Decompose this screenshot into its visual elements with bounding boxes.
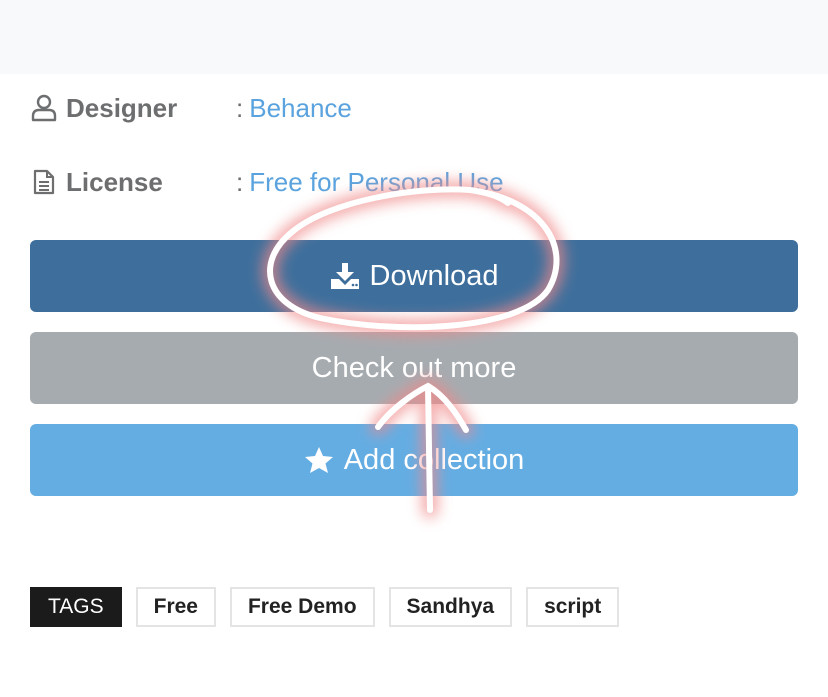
license-label: License <box>66 166 163 197</box>
user-icon <box>30 94 58 122</box>
check-out-more-button[interactable]: Check out more <box>30 332 798 404</box>
download-button[interactable]: Download <box>30 240 798 312</box>
check-out-more-label: Check out more <box>311 351 517 384</box>
designer-link[interactable]: Behance <box>249 93 352 124</box>
tag-script[interactable]: script <box>526 587 620 627</box>
tags-heading: TAGS <box>30 587 122 627</box>
designer-colon: : <box>236 92 244 123</box>
license-link[interactable]: Free for Personal Use <box>249 167 503 198</box>
tag-free-demo[interactable]: Free Demo <box>229 587 375 627</box>
top-band <box>0 0 828 74</box>
document-icon <box>30 168 58 196</box>
download-icon <box>330 262 360 290</box>
license-row: License : Free for Personal Use <box>30 162 504 202</box>
designer-row: Designer : Behance <box>30 88 352 128</box>
add-collection-label: Add collection <box>343 443 525 476</box>
tag-sandhya[interactable]: Sandhya <box>388 587 513 627</box>
tag-free[interactable]: Free <box>135 587 216 627</box>
star-icon <box>304 446 334 474</box>
license-colon: : <box>236 166 244 197</box>
tags-list: TAGS Free Free Demo Sandhya script <box>30 587 620 627</box>
font-detail-page: Designer : Behance License : Free for Pe… <box>0 0 828 697</box>
download-label: Download <box>369 259 499 292</box>
add-collection-button[interactable]: Add collection <box>30 424 798 496</box>
designer-label: Designer <box>66 92 178 123</box>
